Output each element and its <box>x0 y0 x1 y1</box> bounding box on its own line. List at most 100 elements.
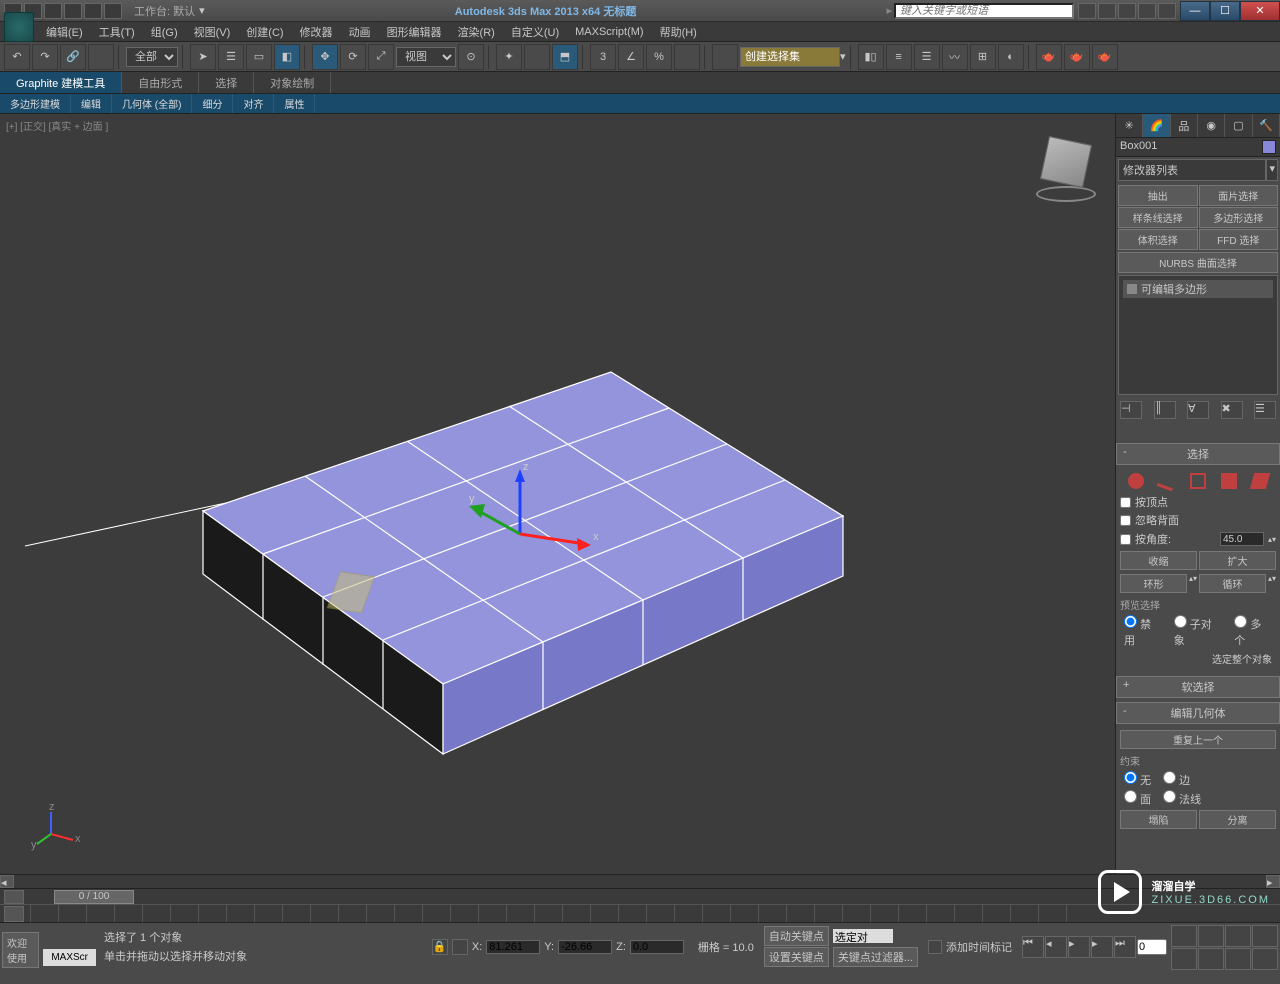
loop-button[interactable]: 循环 <box>1199 574 1266 593</box>
tab-hierarchy-icon[interactable]: 品 <box>1171 114 1198 137</box>
menu-rendering[interactable]: 渲染(R) <box>452 22 501 42</box>
rollout-editgeom-header[interactable]: 编辑几何体 <box>1116 702 1280 724</box>
select-move-icon[interactable]: ✥ <box>312 44 338 70</box>
goto-start-icon[interactable]: ⏮ <box>1022 936 1044 958</box>
tab-modify-icon[interactable]: 🌈 <box>1143 114 1170 137</box>
infocenter-search-input[interactable] <box>894 3 1074 19</box>
tab-create-icon[interactable]: ✳ <box>1116 114 1143 137</box>
snaps-toggle-icon[interactable]: ⬒ <box>552 44 578 70</box>
time-slider[interactable]: 0 / 100 <box>0 888 1280 904</box>
collapse-button[interactable]: 塌陷 <box>1120 810 1197 829</box>
x-coord-input[interactable] <box>486 940 540 954</box>
zoom-extents-icon[interactable] <box>1225 925 1251 947</box>
ring-button[interactable]: 环形 <box>1120 574 1187 593</box>
percent-snap-icon[interactable]: % <box>646 44 672 70</box>
zoom-extents-all-icon[interactable] <box>1252 925 1278 947</box>
qat-redo-icon[interactable] <box>84 3 102 19</box>
grow-button[interactable]: 扩大 <box>1199 551 1276 570</box>
preview-subobj-radio[interactable]: 子对象 <box>1174 615 1223 648</box>
y-coord-input[interactable] <box>558 940 612 954</box>
repeat-last-button[interactable]: 重复上一个 <box>1120 730 1276 749</box>
tab-selection[interactable]: 选择 <box>199 72 254 93</box>
keyboard-shortcut-icon[interactable] <box>524 44 550 70</box>
next-frame-icon[interactable]: ▸ <box>1091 936 1113 958</box>
menu-views[interactable]: 视图(V) <box>188 22 237 42</box>
subscription-icon[interactable] <box>1098 3 1116 19</box>
menu-animation[interactable]: 动画 <box>343 22 377 42</box>
use-center-icon[interactable]: ⊙ <box>458 44 484 70</box>
angle-snap-icon[interactable]: ∠ <box>618 44 644 70</box>
zoom-icon[interactable] <box>1171 925 1197 947</box>
orbit-icon[interactable] <box>1225 948 1251 970</box>
align-icon[interactable]: ≡ <box>886 44 912 70</box>
by-angle-checkbox[interactable]: 按角度: <box>1120 530 1216 548</box>
manipulate-icon[interactable]: ✦ <box>496 44 522 70</box>
menu-tools[interactable]: 工具(T) <box>93 22 141 42</box>
viewcube[interactable] <box>1031 134 1101 204</box>
layer-manager-icon[interactable]: ☰ <box>914 44 940 70</box>
stack-expand-icon[interactable] <box>1127 284 1137 294</box>
viewport-scrollbar-h[interactable]: ◂ ▸ <box>0 874 1280 888</box>
object-color-swatch[interactable] <box>1262 140 1276 154</box>
viewport[interactable]: [+] [正交] [真实 + 边面 ] <box>0 114 1115 874</box>
time-slider-thumb[interactable]: 0 / 100 <box>54 890 134 904</box>
tab-graphite[interactable]: Graphite 建模工具 <box>0 72 122 93</box>
tab-motion-icon[interactable]: ◉ <box>1198 114 1225 137</box>
named-selection-dropdown[interactable]: 创建选择集 <box>740 47 840 67</box>
maximize-viewport-icon[interactable] <box>1252 948 1278 970</box>
undo-icon[interactable]: ↶ <box>4 44 30 70</box>
pin-stack-icon[interactable]: ⊣ <box>1120 401 1142 419</box>
pan-icon[interactable] <box>1198 948 1224 970</box>
render-setup-icon[interactable]: 🫖 <box>1036 44 1062 70</box>
mod-volsel-button[interactable]: 体积选择 <box>1118 229 1198 250</box>
autokey-button[interactable]: 自动关键点 <box>764 926 829 946</box>
menu-edit[interactable]: 编辑(E) <box>40 22 89 42</box>
mod-polysel-button[interactable]: 多边形选择 <box>1199 207 1279 228</box>
remove-mod-icon[interactable]: ✖ <box>1221 401 1243 419</box>
mod-extrude-button[interactable]: 抽出 <box>1118 185 1198 206</box>
selection-filter-dropdown[interactable]: 全部 <box>126 47 178 67</box>
mod-splinesel-button[interactable]: 样条线选择 <box>1118 207 1198 228</box>
subtab-subdiv[interactable]: 细分 <box>192 94 233 113</box>
vertex-level-icon[interactable] <box>1128 473 1144 489</box>
preview-off-radio[interactable]: 禁用 <box>1124 615 1162 648</box>
subtab-align[interactable]: 对齐 <box>233 94 274 113</box>
setkey-button[interactable]: 设置关键点 <box>764 947 829 967</box>
element-level-icon[interactable] <box>1250 473 1270 489</box>
select-region-icon[interactable]: ▭ <box>246 44 272 70</box>
qat-save-icon[interactable] <box>44 3 62 19</box>
by-vertex-checkbox[interactable]: 按顶点 <box>1120 493 1276 511</box>
make-unique-icon[interactable]: ∀ <box>1187 401 1209 419</box>
subtab-edit[interactable]: 编辑 <box>71 94 112 113</box>
fov-icon[interactable] <box>1171 948 1197 970</box>
rollout-softsel-header[interactable]: 软选择 <box>1116 676 1280 698</box>
modifier-stack[interactable]: 可编辑多边形 <box>1118 275 1278 395</box>
help-icon[interactable] <box>1158 3 1176 19</box>
subtab-geometry[interactable]: 几何体 (全部) <box>112 94 192 113</box>
constrain-none-radio[interactable]: 无 <box>1124 771 1151 788</box>
play-icon[interactable]: ▸ <box>1068 936 1090 958</box>
curve-editor-icon[interactable]: 〰 <box>942 44 968 70</box>
scroll-right-icon[interactable]: ▸ <box>1266 875 1280 888</box>
window-crossing-icon[interactable]: ◧ <box>274 44 300 70</box>
select-rotate-icon[interactable]: ⟳ <box>340 44 366 70</box>
tab-objectpaint[interactable]: 对象绘制 <box>254 72 331 93</box>
menu-create[interactable]: 创建(C) <box>240 22 289 42</box>
edit-named-sel-icon[interactable] <box>712 44 738 70</box>
subtab-polymodel[interactable]: 多边形建模 <box>0 94 71 113</box>
select-scale-icon[interactable]: ⤢ <box>368 44 394 70</box>
abs-rel-icon[interactable] <box>452 939 468 955</box>
modifier-list-dropdown[interactable]: 修改器列表 <box>1118 159 1266 181</box>
mirror-icon[interactable]: ▮▯ <box>858 44 884 70</box>
timeslider-lock-icon[interactable] <box>4 890 24 904</box>
tab-utilities-icon[interactable]: 🔨 <box>1253 114 1280 137</box>
link-icon[interactable]: 🔗 <box>60 44 86 70</box>
angle-spinner[interactable] <box>1220 532 1264 546</box>
welcome-button[interactable]: 欢迎使用 <box>2 932 39 968</box>
edge-level-icon[interactable] <box>1157 471 1178 492</box>
unlink-icon[interactable] <box>88 44 114 70</box>
goto-end-icon[interactable]: ⏭ <box>1114 936 1136 958</box>
keymode-dropdown[interactable]: 选定对 <box>833 929 893 943</box>
constrain-normal-radio[interactable]: 法线 <box>1163 790 1201 807</box>
show-end-result-icon[interactable]: ║ <box>1154 401 1176 419</box>
